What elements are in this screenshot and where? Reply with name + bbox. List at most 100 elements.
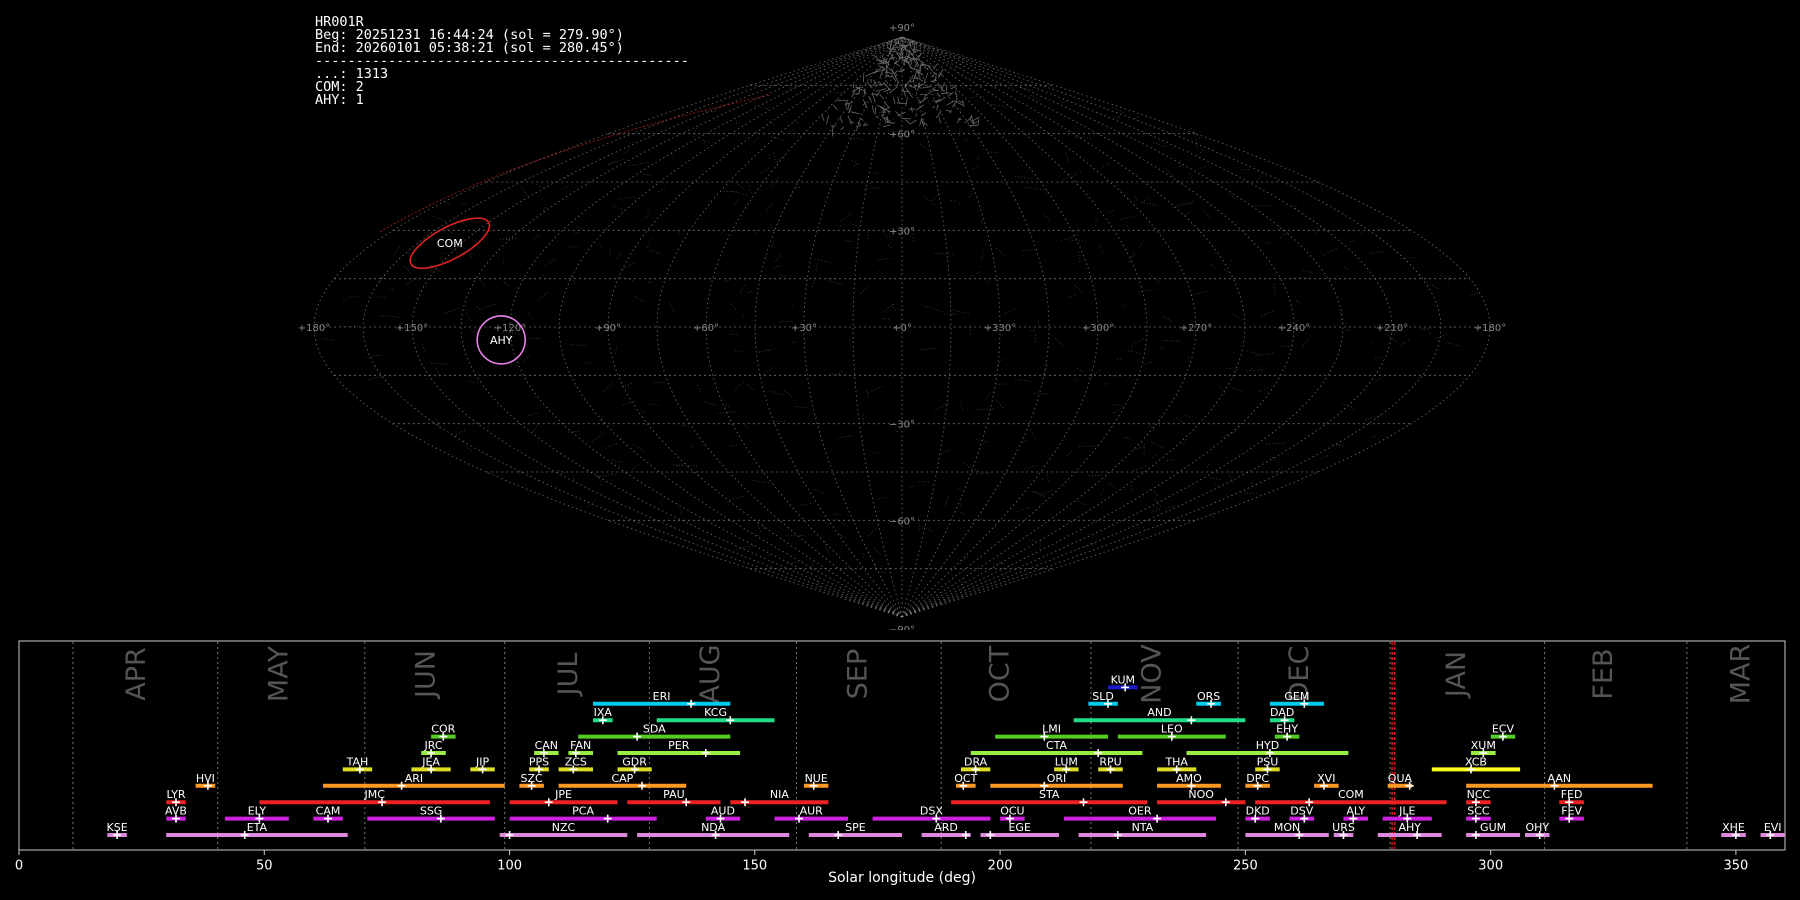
shower-code-label: XCB: [1465, 755, 1487, 768]
shower-code-label: OER: [1128, 805, 1152, 818]
x-tick-label: 50: [256, 859, 273, 874]
shower-code-label: ELY: [248, 805, 267, 818]
shower-region-label: COM: [437, 237, 463, 250]
shower-code-label: ARI: [405, 772, 423, 785]
shower-code-label: PCA: [572, 805, 594, 818]
shower-region-label: AHY: [490, 334, 513, 347]
month-labels: APR MAY JUN JUL AUG SEP OCT NOV DEC JAN FEB MAR: [121, 644, 1756, 705]
shower-code-label: IXA: [594, 706, 613, 719]
shower-code-label: KCG: [704, 706, 727, 719]
shower-code-label: LMI: [1042, 723, 1061, 736]
x-tick-label: 0: [15, 859, 23, 874]
shower-code-label: NUE: [805, 772, 828, 785]
shower-timeline-chart: APR MAY JUN JUL AUG SEP OCT NOV DEC JAN FEB MAR KUM…: [15, 640, 1786, 886]
shower-code-label: SPE: [845, 821, 866, 834]
shower-code-label: AUR: [800, 805, 824, 818]
shower-code-label: JIP: [475, 755, 489, 768]
shower-code-label: RPU: [1099, 755, 1121, 768]
shower-code-label: AUD: [711, 805, 735, 818]
longitude-tick-label: +150°: [396, 323, 428, 334]
shower-code-label: COM: [1338, 788, 1364, 801]
x-tick-label: 100: [497, 859, 522, 874]
shower-code-label: JEA: [421, 755, 440, 768]
shower-count: AHY: 1: [315, 92, 364, 108]
month-label: AUG: [695, 644, 726, 703]
shower-code-label: AVB: [165, 805, 187, 818]
month-label: OCT: [985, 645, 1016, 702]
shower-code-label: LUM: [1055, 755, 1078, 768]
shower-code-label: ALY: [1346, 805, 1365, 818]
shower-code-label: DSV: [1290, 805, 1313, 818]
info-panel: HR001R Beg: 20251231 16:44:24 (sol = 279…: [315, 15, 689, 108]
shower-code-label: NZC: [552, 821, 576, 834]
shower-code-label: ZCS: [565, 755, 587, 768]
shower-code-label: ARD: [934, 821, 958, 834]
shower-code-label: CAM: [316, 805, 341, 818]
shower-peak-marker: [986, 831, 995, 839]
shower-code-label: QUA: [1388, 772, 1413, 785]
shower-code-label: NOO: [1188, 788, 1214, 801]
month-label: JAN: [1441, 651, 1472, 699]
shower-code-label: JPE: [554, 788, 572, 801]
longitude-tick-label: +90°: [595, 323, 621, 334]
shower-peak-marker: [687, 699, 696, 708]
latitude-tick-label: −60°: [889, 516, 915, 527]
shower-code-label: LYR: [166, 788, 185, 801]
shower-peak-marker: [544, 798, 553, 807]
shower-code-label: HVI: [196, 772, 215, 785]
shower-peak-marker: [1113, 831, 1122, 839]
shower-code-label: ORI: [1047, 772, 1067, 785]
shower-code-label: CAN: [535, 739, 558, 752]
longitude-tick-label: +120°: [494, 323, 526, 334]
shower-code-label: JRC: [423, 739, 442, 752]
shower-code-label: AAN: [1548, 772, 1572, 785]
shower-code-label: EVI: [1764, 821, 1782, 834]
shower-code-label: PSU: [1257, 755, 1279, 768]
shower-peak-marker: [1153, 814, 1162, 823]
shower-code-label: MON: [1274, 821, 1300, 834]
month-label: JUN: [411, 650, 442, 700]
x-tick-label: 300: [1478, 859, 1503, 874]
longitude-tick-label: +270°: [1180, 323, 1212, 334]
x-tick-label: 200: [988, 859, 1013, 874]
shower-code-label: AND: [1147, 706, 1171, 719]
meridian-line: [362, 36, 903, 618]
shower-peak-marker: [603, 814, 612, 823]
longitude-tick-label: +180°: [1474, 323, 1506, 334]
sky-map: +180° +150° +120° +90° +60° +30° +0° +330° +300°…: [298, 23, 1506, 630]
month-label: FEB: [1588, 648, 1619, 699]
month-label: APR: [121, 647, 152, 701]
month-label: NOV: [1137, 644, 1168, 704]
com-meteor-trace: [379, 94, 771, 233]
shower-code-label: ORS: [1197, 690, 1220, 703]
shower-code-label: KSE: [107, 821, 128, 834]
shower-code-label: DPC: [1246, 772, 1269, 785]
latitude-tick-label: +30°: [889, 226, 915, 237]
shower-code-label: SCC: [1467, 805, 1490, 818]
month-label: JUL: [553, 653, 584, 698]
shower-code-label: PAU: [663, 788, 685, 801]
latitude-tick-label: −30°: [889, 420, 915, 431]
month-label: SEP: [842, 649, 873, 699]
shower-code-label: ETA: [247, 821, 268, 834]
shower-code-label: GEM: [1284, 690, 1309, 703]
shower-peak-marker: [1221, 798, 1230, 807]
shower-code-label: SSG: [420, 805, 443, 818]
shower-code-label: NIA: [770, 788, 789, 801]
shower-code-label: EHY: [1276, 723, 1298, 736]
shower-peak-marker: [1187, 716, 1196, 725]
shower-code-label: TAH: [346, 755, 369, 768]
shower-code-label: SDA: [643, 723, 666, 736]
x-tick-label: 150: [742, 859, 767, 874]
shower-peak-marker: [1471, 831, 1480, 839]
shower-code-label: SZC: [520, 772, 543, 785]
shower-code-label: EGE: [1008, 821, 1030, 834]
shower-code-label: NDA: [701, 821, 726, 834]
shower-code-label: ERI: [653, 690, 671, 703]
shower-code-label: AHY: [1398, 821, 1421, 834]
shower-code-label: DKD: [1246, 805, 1270, 818]
shower-code-label: NCC: [1467, 788, 1491, 801]
shower-code-label: CAP: [611, 772, 633, 785]
shower-code-label: LEO: [1161, 723, 1183, 736]
shower-peak-marker: [726, 716, 735, 725]
